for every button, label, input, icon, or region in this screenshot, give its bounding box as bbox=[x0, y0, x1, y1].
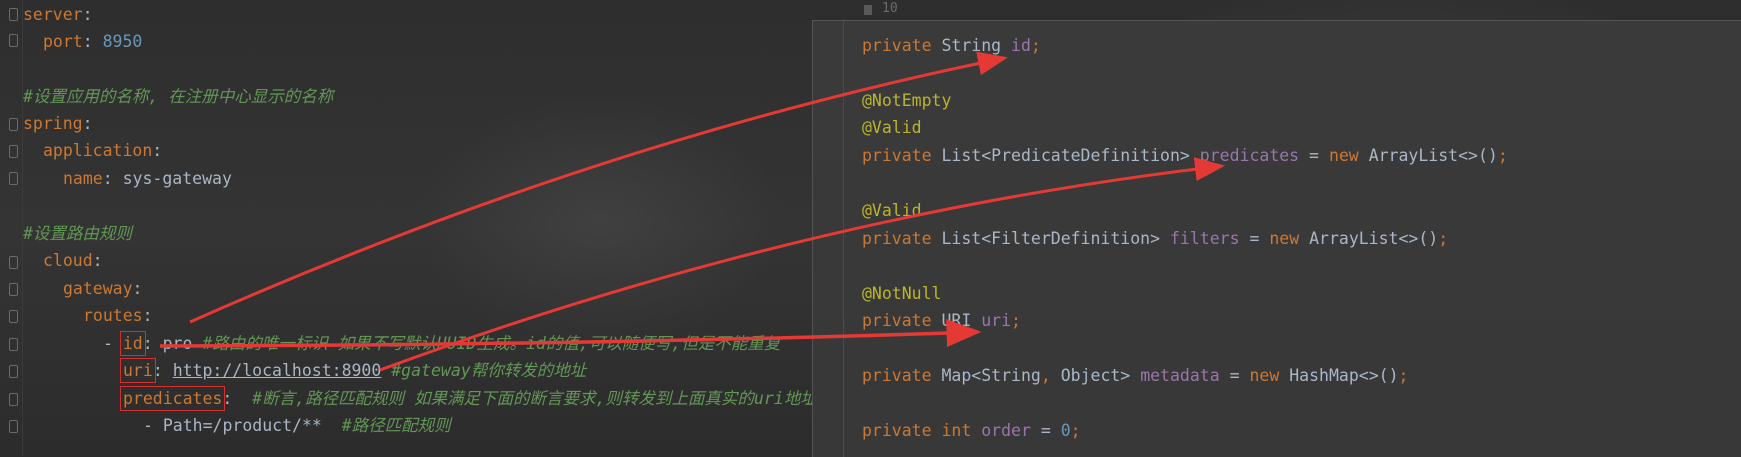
arrow-uri-to-field bbox=[159, 319, 982, 348]
annotation-arrows bbox=[159, 51, 1225, 372]
arrow-id-to-field bbox=[189, 51, 1008, 324]
